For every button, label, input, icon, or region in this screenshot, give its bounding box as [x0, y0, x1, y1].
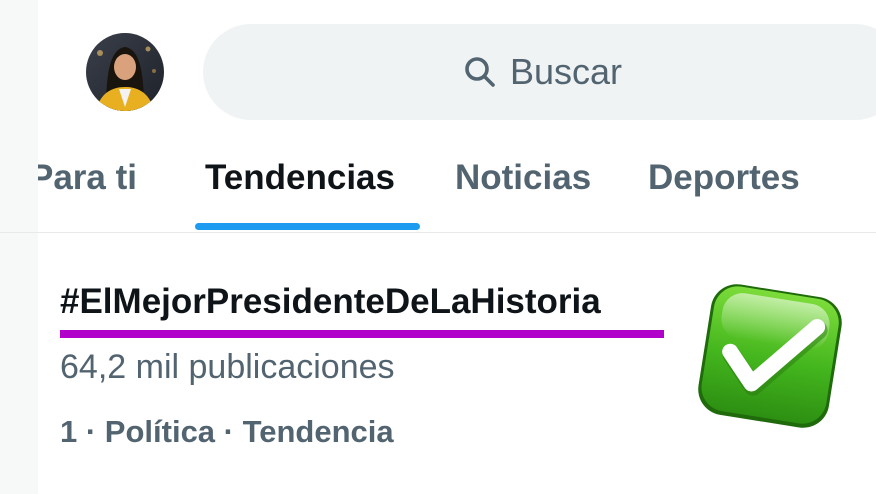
tab-para-ti[interactable]: Para ti: [38, 158, 137, 198]
active-tab-indicator: [195, 223, 420, 230]
search-icon: [465, 57, 495, 87]
tab-tendencias[interactable]: Tendencias: [205, 158, 395, 198]
tab-deportes[interactable]: Deportes: [648, 158, 800, 198]
avatar-photo: [86, 33, 164, 111]
trend-underline: [60, 330, 664, 338]
check-mark-button-icon: [698, 284, 842, 428]
left-panel-edge: [0, 0, 38, 494]
trend-item[interactable]: #ElMejorPresidenteDeLaHistoria 64,2 mil …: [60, 282, 680, 462]
search-input[interactable]: Buscar: [203, 24, 876, 120]
trend-meta: 1 · Política · Tendencia: [60, 414, 394, 449]
avatar[interactable]: [86, 33, 164, 111]
trend-name[interactable]: #ElMejorPresidenteDeLaHistoria: [60, 282, 680, 322]
tab-clip-para-ti: Para ti: [38, 140, 198, 232]
search-placeholder: Buscar: [509, 51, 623, 92]
trend-post-count: 64,2 mil publicaciones: [60, 348, 395, 386]
tab-noticias[interactable]: Noticias: [455, 158, 591, 198]
